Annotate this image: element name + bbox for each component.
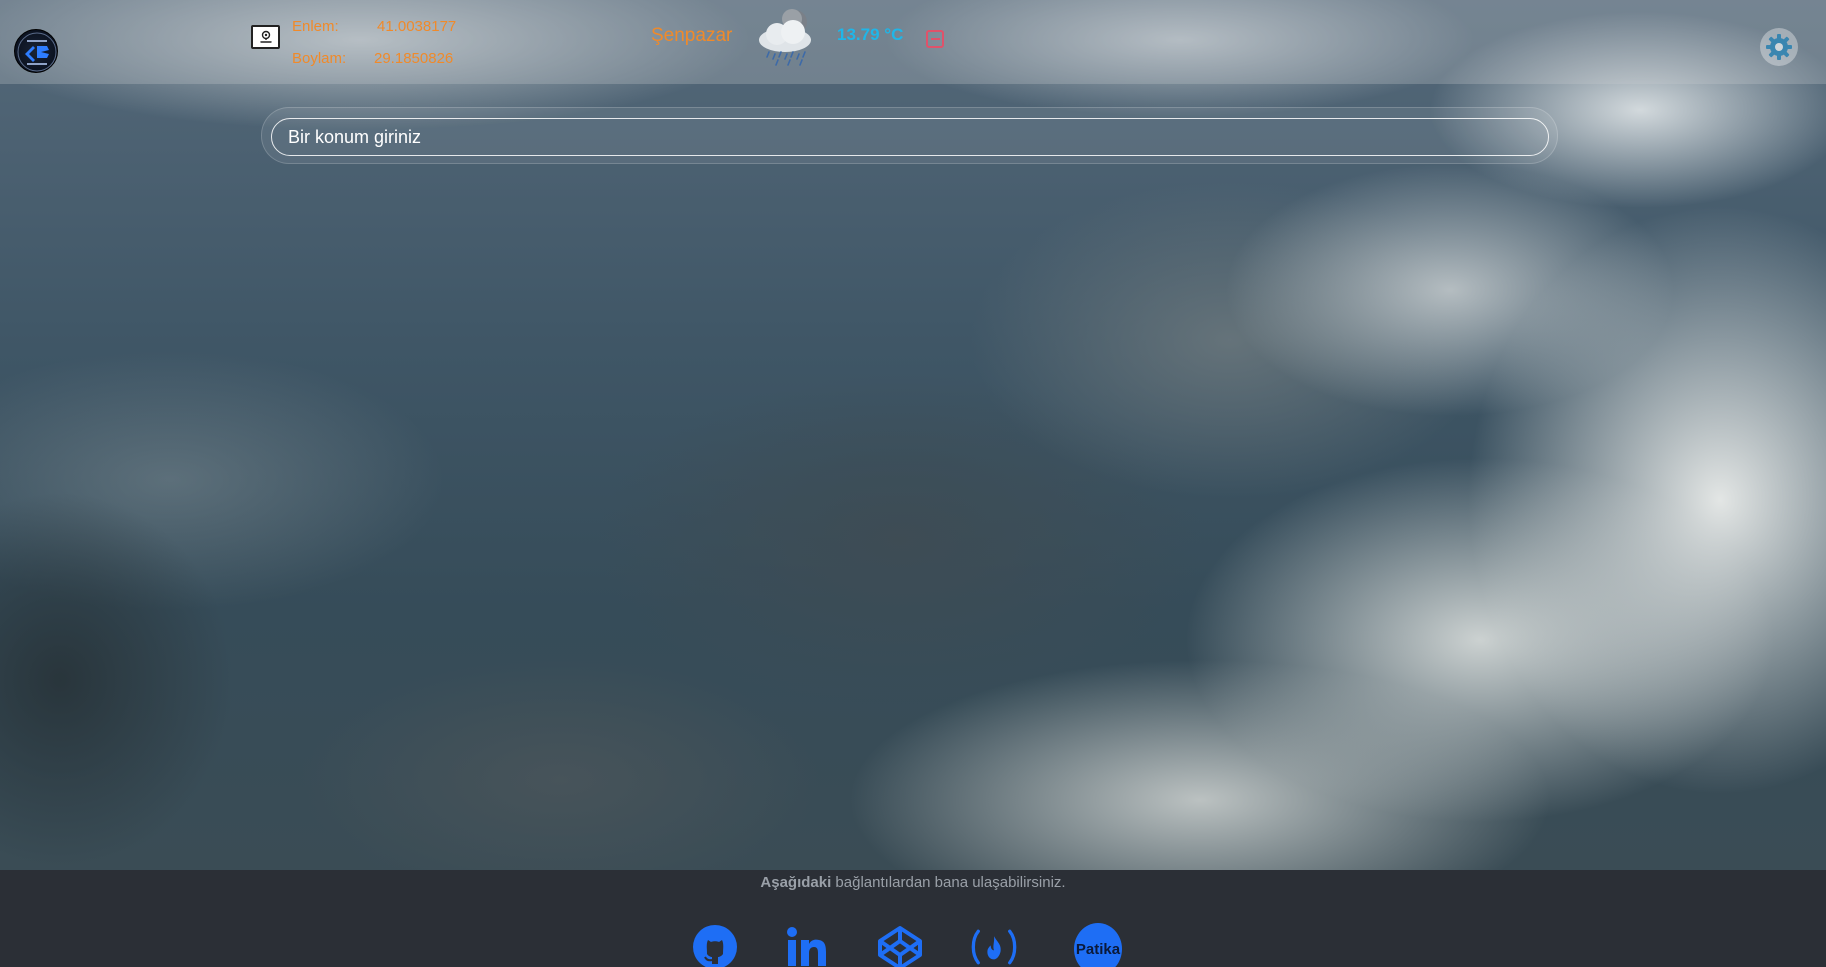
app-logo[interactable] (14, 29, 58, 73)
codepen-icon (878, 926, 922, 967)
github-link[interactable] (691, 924, 739, 967)
minus-square-icon (930, 38, 940, 40)
search-container (261, 107, 1558, 164)
longitude-label: Boylam: (292, 50, 347, 67)
footer-text-bold: Aşağıdaki (760, 874, 832, 891)
codepen-link[interactable] (876, 924, 924, 967)
get-location-button[interactable] (251, 25, 280, 49)
patika-link[interactable]: Patika (1074, 923, 1122, 967)
settings-button[interactable] (1760, 28, 1798, 66)
remove-location-button[interactable] (926, 30, 944, 48)
temperature-value: 13.79 °C (837, 25, 904, 44)
rain-cloud-icon (759, 9, 811, 66)
linkedin-icon (787, 927, 826, 966)
latitude-value: 41.0038177 (377, 18, 457, 35)
footer-text-rest: bağlantılardan bana ulaşabilirsiniz. (831, 874, 1066, 891)
footer: Aşağıdaki bağlantılardan bana ulaşabilir… (0, 870, 1826, 967)
top-bar: Enlem: 41.0038177 Boylam: 29.1850826 Şen… (0, 0, 1826, 84)
longitude-value: 29.1850826 (374, 50, 454, 67)
patika-logo: Patika (1074, 923, 1122, 967)
freecodecamp-icon (971, 929, 1017, 965)
map-pin-icon (259, 30, 272, 43)
linkedin-link[interactable] (783, 924, 831, 967)
github-icon (693, 925, 737, 967)
location-search-input[interactable] (271, 118, 1549, 156)
latitude-label: Enlem: (292, 18, 339, 35)
city-name: Şenpazar (651, 25, 733, 46)
gear-icon (1766, 34, 1792, 60)
freecodecamp-link[interactable] (970, 924, 1018, 967)
footer-contact-text: Aşağıdaki bağlantılardan bana ulaşabilir… (0, 874, 1826, 891)
